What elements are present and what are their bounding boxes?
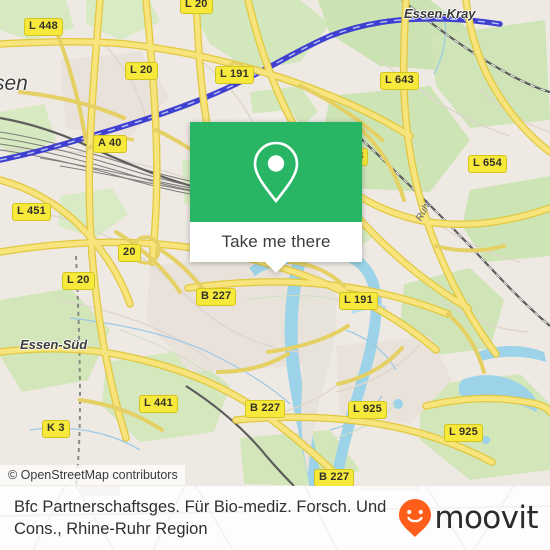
map-pin-icon xyxy=(253,141,299,204)
road-shield: L 654 xyxy=(468,155,507,173)
location-popup[interactable]: Take me there xyxy=(190,122,362,273)
road-shield: B 227 xyxy=(196,288,237,306)
road-shield: L 441 xyxy=(139,395,178,413)
road-shield: L 191 xyxy=(215,66,254,84)
road-shield: L 20 xyxy=(125,62,158,80)
road-shield: A 40 xyxy=(93,135,127,153)
road-shield: L 643 xyxy=(380,72,419,90)
moovit-logo[interactable]: moovit xyxy=(398,498,539,538)
road-shield: L 925 xyxy=(348,401,387,419)
place-label: sen xyxy=(0,72,28,95)
popup-marker-area xyxy=(190,122,362,222)
road-shield: L 20 xyxy=(62,272,95,290)
road-shield: 20 xyxy=(118,244,141,262)
place-label: Essen-Süd xyxy=(20,337,88,352)
osm-attribution: © OpenStreetMap contributors xyxy=(0,465,185,485)
road-shield: L 448 xyxy=(24,18,63,36)
road-shield: L 925 xyxy=(444,424,483,442)
moovit-pin-smile-icon xyxy=(399,499,432,537)
road-shield: B 227 xyxy=(314,469,355,486)
poi-title: Bfc Partnerschaftsges. Für Bio-mediz. Fo… xyxy=(14,498,387,538)
map-screenshot: L 448 L 20 L 20 L 191 L 643 A 40 8 L 654… xyxy=(0,0,550,550)
road-shield: L 20 xyxy=(180,0,213,14)
footer-bar: Bfc Partnerschaftsges. Für Bio-mediz. Fo… xyxy=(0,486,550,550)
road-shield: L 451 xyxy=(12,203,51,221)
take-me-there-label: Take me there xyxy=(221,232,331,251)
road-shield: K 3 xyxy=(42,420,70,438)
popup-tail-icon xyxy=(265,262,287,273)
moovit-wordmark: moovit xyxy=(434,499,538,536)
road-shield: B 227 xyxy=(245,400,286,418)
map-canvas[interactable]: L 448 L 20 L 20 L 191 L 643 A 40 8 L 654… xyxy=(0,0,550,486)
place-label: Essen-Kray xyxy=(404,6,476,21)
road-shield: L 191 xyxy=(339,292,378,310)
take-me-there-button[interactable]: Take me there xyxy=(190,222,362,273)
